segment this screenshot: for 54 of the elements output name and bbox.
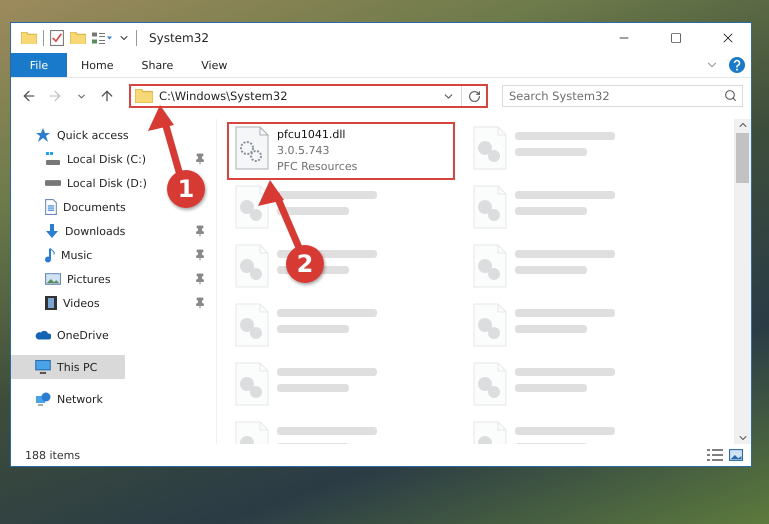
help-icon[interactable] bbox=[729, 57, 745, 73]
star-icon bbox=[35, 127, 51, 143]
large-icons-view-icon[interactable] bbox=[729, 449, 743, 461]
item-count: 188 items bbox=[25, 448, 80, 462]
file-tab[interactable]: File bbox=[11, 53, 67, 77]
details-view-icon[interactable] bbox=[707, 449, 723, 461]
music-note-icon bbox=[45, 248, 55, 262]
gear-document-icon bbox=[235, 303, 269, 347]
search-field[interactable]: Search System32 bbox=[502, 85, 743, 107]
gear-document-icon bbox=[473, 244, 507, 288]
gear-document-icon bbox=[473, 303, 507, 347]
maximize-icon[interactable] bbox=[670, 32, 682, 44]
picture-icon bbox=[45, 273, 61, 285]
ribbon-tab[interactable]: View bbox=[187, 53, 242, 77]
customize-view-icon[interactable] bbox=[92, 32, 112, 44]
film-icon bbox=[45, 296, 57, 310]
gear-document-icon bbox=[473, 185, 507, 229]
sidebar-item[interactable]: Local Disk (C:) bbox=[11, 147, 154, 171]
file-detail: PFC Resources bbox=[277, 159, 358, 175]
download-icon bbox=[45, 224, 59, 238]
monitor-icon bbox=[35, 360, 51, 374]
ribbon-tab[interactable]: Share bbox=[127, 53, 188, 77]
sidebar-item[interactable]: This PC bbox=[11, 355, 124, 379]
document-icon bbox=[45, 199, 57, 215]
file-detail: 3.0.5.743 bbox=[277, 143, 330, 159]
search-icon bbox=[724, 89, 737, 102]
address-bar[interactable]: C:\Windows\System32 bbox=[129, 84, 488, 108]
sidebar-item[interactable]: Network bbox=[11, 387, 111, 411]
folder-icon bbox=[135, 88, 153, 104]
drive-icon bbox=[45, 151, 61, 167]
sidebar-item[interactable]: Music bbox=[11, 243, 100, 267]
sidebar-item[interactable]: OneDrive bbox=[11, 323, 117, 347]
gear-document-icon bbox=[473, 126, 507, 170]
sidebar-item[interactable]: Downloads bbox=[11, 219, 134, 243]
sidebar-item[interactable]: Local Disk (D:) bbox=[11, 171, 155, 195]
window-title: System32 bbox=[149, 31, 210, 45]
cloud-icon bbox=[35, 330, 51, 340]
drive-icon bbox=[45, 180, 61, 186]
scroll-thumb[interactable] bbox=[736, 133, 749, 183]
sidebar-item[interactable]: Pictures bbox=[11, 267, 119, 291]
gear-document-icon bbox=[235, 126, 269, 170]
gear-document-icon bbox=[235, 244, 269, 288]
gear-document-icon bbox=[235, 362, 269, 406]
gear-document-icon bbox=[473, 362, 507, 406]
sidebar-item[interactable]: Videos bbox=[11, 291, 108, 315]
ribbon-tab[interactable]: Home bbox=[67, 53, 128, 77]
file-name: pfcu1041.dll bbox=[277, 127, 346, 143]
sidebar-item[interactable]: Documents bbox=[11, 195, 134, 219]
network-icon bbox=[35, 392, 51, 406]
file-item[interactable]: pfcu1041.dll 3.0.5.743 PFC Resources bbox=[227, 122, 455, 180]
properties-icon[interactable] bbox=[50, 30, 64, 46]
refresh-icon[interactable] bbox=[468, 90, 480, 102]
sidebar-item[interactable]: Quick access bbox=[11, 123, 137, 147]
gear-document-icon bbox=[235, 185, 269, 229]
